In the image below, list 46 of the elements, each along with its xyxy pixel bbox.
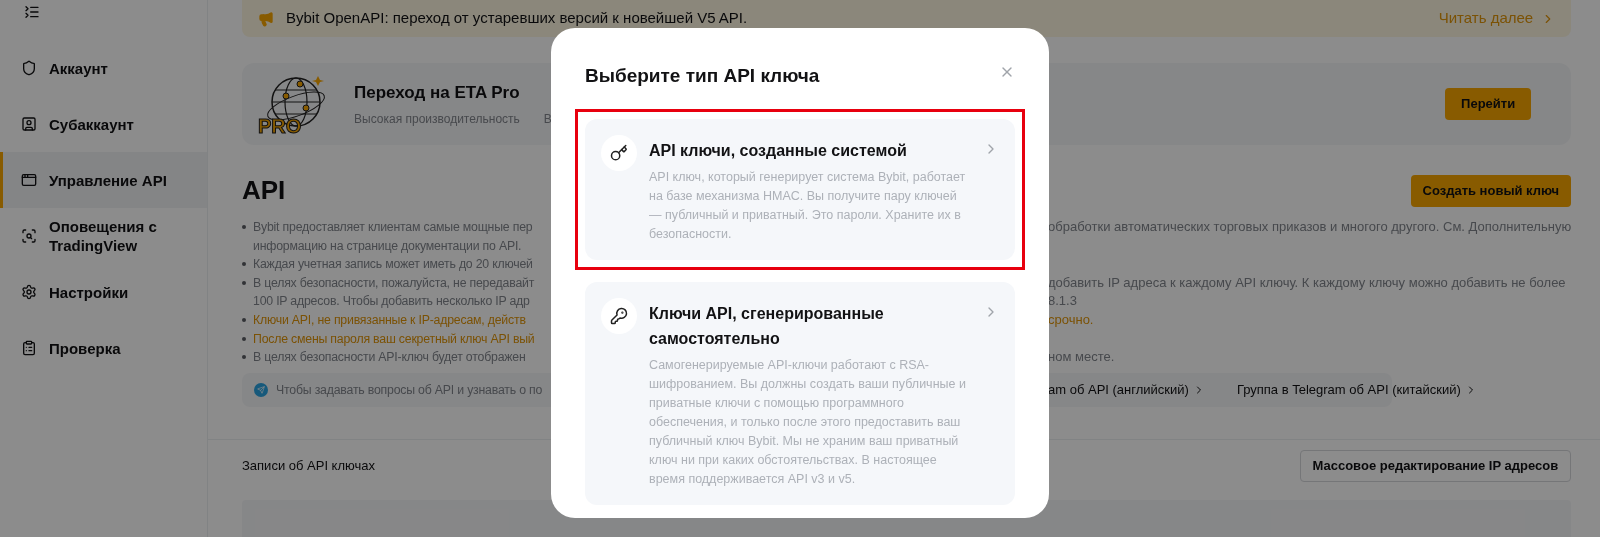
bullet-text: ном месте. xyxy=(1048,349,1115,365)
bulk-edit-button[interactable]: Массовое редактирование IP адресов xyxy=(1299,449,1572,482)
sidebar-item[interactable]: Настройки xyxy=(0,264,207,320)
key-icon xyxy=(610,143,628,162)
telegram-group-link[interactable]: am об API (английский) xyxy=(1048,380,1205,400)
clipboard-icon xyxy=(21,340,37,356)
key-type-option[interactable]: Ключи API, сгенерированные самостоятельно Самогенерируемые API-ключи работают с RSA-шифрованием. Вы должны создать ваши публичные и приватные ключи с помощью программного обеспечения, и только после этого предоставить ваш публичный ключ Bybit. Мы не храним ваш приватный ключ ни при каких обстоятельствах. В настоящее время поддерживается API v3 и v5. xyxy=(585,281,1015,505)
shield-icon xyxy=(21,60,37,76)
window-icon xyxy=(21,172,37,188)
key-type-option[interactable]: API ключи, созданные системой API ключ, который генерирует система Bybit, работает на базе механизма HMAC. Вы получите пару ключей — публичный и приватный. Это пароли. Храните их в безопасности. xyxy=(585,118,1015,260)
bullet-text: обработки автоматических торговых приказов и многого другого. См. Дополнительную xyxy=(1048,219,1572,234)
bullet-text: добавить IP адреса к каждому API ключу. К каждому ключу можно добавить не более xyxy=(1048,274,1566,290)
telegram-icon xyxy=(254,382,268,397)
bullet-text: информацию на странице документации по API. xyxy=(253,237,522,255)
bullet-text: Каждая учетная запись может иметь до 20 ключей xyxy=(253,256,533,274)
modal-title: Выберите тип API ключа xyxy=(585,64,820,88)
bullet-text: После смены пароля ваш секретный ключ API вый xyxy=(253,330,535,348)
key-icon xyxy=(610,306,628,325)
promo-feature: Высокая производительность xyxy=(354,110,520,128)
page-title: API xyxy=(242,174,286,207)
telegram-text: Чтобы задавать вопросы об API и узнавать о по xyxy=(276,381,543,399)
sidebar-item[interactable]: Субаккаунт xyxy=(0,96,207,152)
promo-title: Переход на ETA Pro xyxy=(354,82,521,105)
logo-text: PRO xyxy=(258,116,302,136)
magnifier-frame-icon xyxy=(21,228,37,244)
bullet-text: Ключи API, не привязанные к IP-адресам, действ xyxy=(253,311,526,329)
megaphone-icon xyxy=(258,10,274,27)
sidebar-item[interactable]: Оповещения с TradingView xyxy=(0,208,207,264)
sidebar-item[interactable]: Аккаунт xyxy=(0,40,207,96)
sidebar-item[interactable]: Проверка xyxy=(0,320,207,376)
bullet-text: Bybit предоставляет клиентам самые мощные пер xyxy=(253,219,533,236)
bullet-text: В целях безопасности API-ключ будет отображен xyxy=(253,349,526,367)
telegram-group-link[interactable]: Группа в Telegram об API (китайский) xyxy=(1236,380,1477,400)
go-button[interactable]: Перейти xyxy=(1445,88,1532,120)
section-title: Записи об API ключах xyxy=(242,457,375,475)
bullet-text: 100 IP адресов. Чтобы добавить несколько IP адр xyxy=(253,293,530,311)
bullet-text: В целях безопасности, пожалуйста, не передавайт xyxy=(253,274,535,292)
collapse-menu-icon[interactable] xyxy=(24,4,40,20)
bullet-text: 8.1.3 xyxy=(1048,293,1077,309)
announcement-text: Bybit OpenAPI: переход от устаревших версий к новейшей V5 API. xyxy=(286,8,749,29)
settings-icon xyxy=(21,284,37,300)
create-key-button[interactable]: Создать новый ключ xyxy=(1410,174,1572,207)
sidebar-item[interactable]: Управление API xyxy=(0,152,207,208)
bullet-text: срочно. xyxy=(1048,311,1094,327)
promo-feature: В xyxy=(543,110,552,128)
user-square-icon xyxy=(21,116,37,132)
